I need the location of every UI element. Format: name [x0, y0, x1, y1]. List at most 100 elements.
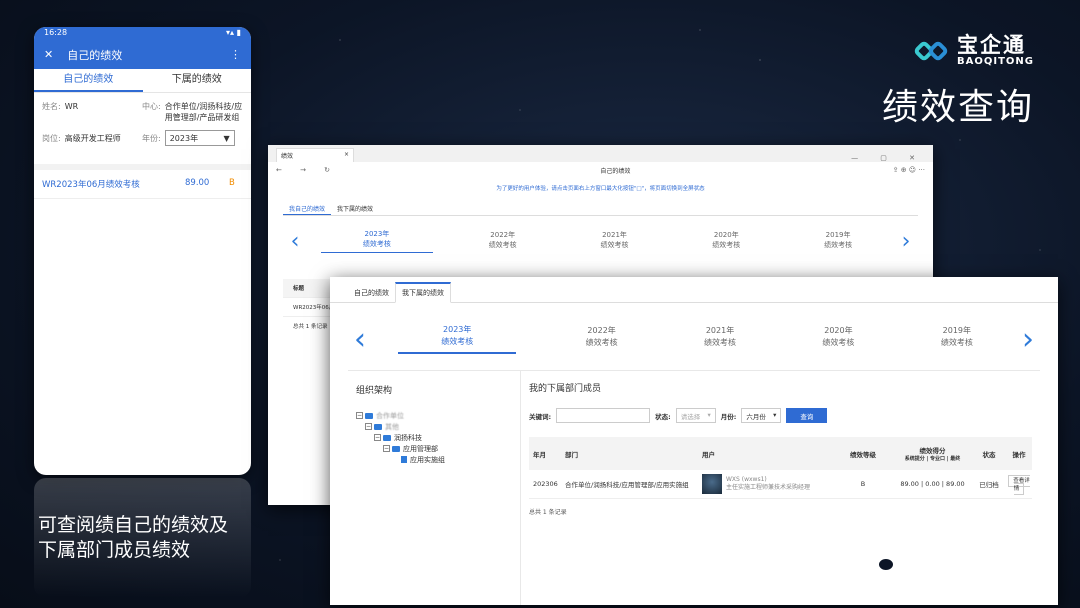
- more-icon[interactable]: ⋮: [230, 48, 241, 61]
- center-label: 中心:: [142, 102, 161, 111]
- chevron-right-icon[interactable]: ›: [894, 229, 918, 254]
- month-label: 月份:: [720, 412, 737, 421]
- year-2019[interactable]: 2019年 绩效考核: [782, 230, 894, 253]
- tab-close-icon[interactable]: ×: [344, 151, 349, 160]
- browser-tab[interactable]: 绩效 ×: [276, 148, 354, 162]
- tree-node-impl-group[interactable]: 应用实施组: [356, 454, 512, 465]
- address-bar: ← → ↻ 自己的绩效 ⇪ ⊕ ☺ ···: [268, 162, 933, 178]
- year-2022[interactable]: 2022年 绩效考核: [542, 325, 660, 353]
- slide-title: 绩效查询: [881, 87, 1034, 128]
- status-label: 状态:: [655, 412, 671, 421]
- search-bar: 关键词: 状态: 请选择 ▾ 月份: 六月份 ▾ 查询: [529, 408, 1032, 423]
- phone-screenshot: 16:28 ▾▴ ▮ ✕ 自己的绩效 ⋮ 自己的绩效 下属的绩效 姓名: WR 中…: [34, 27, 251, 475]
- record-title: WR2023年06月绩效考核: [42, 180, 140, 190]
- tree-node-label: 合作单位: [376, 411, 404, 420]
- tree-node-label: 润扬科技: [394, 433, 422, 442]
- status-time: 16:28: [44, 28, 68, 37]
- page-tabs: 自己的绩效 我下属的绩效: [330, 277, 1058, 303]
- dropdown-arrow-icon: ▾: [707, 411, 711, 419]
- members-table: 年月 部门 用户 绩效等级 绩效得分 系统提分 | 专业口 | 最终 状态 操作 …: [529, 437, 1032, 499]
- performance-record[interactable]: WR2023年06月绩效考核 89.00 B: [34, 164, 251, 199]
- year-2019[interactable]: 2019年 绩效考核: [898, 325, 1016, 353]
- keyword-label: 关键词:: [529, 412, 552, 421]
- record-score: 89.00: [185, 178, 210, 188]
- tree-node-company[interactable]: − 其他: [356, 421, 512, 432]
- collapse-icon[interactable]: −: [383, 445, 390, 452]
- org-tree-title: 组织架构: [356, 386, 393, 396]
- folder-icon: [365, 412, 373, 419]
- file-icon: [401, 456, 407, 463]
- name-value: WR: [64, 102, 79, 111]
- year-2023[interactable]: 2023年 绩效考核: [321, 229, 433, 253]
- chevron-left-icon[interactable]: ‹: [283, 229, 307, 254]
- month-select[interactable]: 六月份 ▾: [741, 408, 782, 423]
- app-bar-title: 自己的绩效: [67, 48, 123, 62]
- tree-node-runyang[interactable]: − 润扬科技: [356, 432, 512, 443]
- year-2020[interactable]: 2020年 绩效考核: [670, 230, 782, 253]
- tab-own[interactable]: 自己的绩效: [348, 284, 395, 302]
- tree-node-app-mgmt[interactable]: − 应用管理部: [356, 443, 512, 454]
- year-carousel: ‹ 2023年 绩效考核 2022年 绩效考核 2021年 绩效考核 2020年 绩效考…: [348, 311, 1040, 367]
- year-carousel: ‹ 2023年 绩效考核 2022年 绩效考核 2021年 绩效考核 2020年 绩效考…: [283, 221, 918, 261]
- dropdown-arrow-icon: ▾: [773, 411, 777, 419]
- tab-subordinate-performance[interactable]: 下属的绩效: [143, 69, 252, 92]
- nav-buttons[interactable]: ← → ↻: [276, 166, 338, 174]
- record-grade: B: [229, 178, 235, 188]
- center-value: 合作单位/润扬科技/应用管理部/产品研发组: [164, 102, 243, 122]
- fullscreen-notice: 为了更好的用户体验，请点击页面右上方窗口最大化按钮"□"，将页面切换到全屏状态: [496, 186, 705, 192]
- query-button[interactable]: 查询: [786, 408, 828, 423]
- sub-tabs: 我自己的绩效 我下属的绩效: [283, 202, 918, 216]
- watermark-text: 润扬信息科技: [906, 551, 1044, 577]
- chevron-left-icon[interactable]: ‹: [348, 322, 372, 357]
- brand-name-cn: 宝企通: [957, 33, 1027, 57]
- tab-subordinates[interactable]: 我下属的绩效: [331, 202, 379, 215]
- caption-line-2: 下属部门成员绩效: [38, 539, 191, 561]
- browser-tab-strip: 绩效 × — ▢ ✕: [268, 145, 933, 162]
- collapse-icon[interactable]: −: [356, 412, 363, 419]
- tab-subordinate-members[interactable]: 我下属的绩效: [395, 282, 451, 303]
- app-bar: ✕ 自己的绩效 ⋮: [34, 40, 251, 69]
- table-row[interactable]: 202306 合作单位/润扬科技/应用管理部/应用实施组 WXS (wxws1)…: [529, 470, 1032, 499]
- brand-name-en: BAOQITONG: [957, 56, 1034, 67]
- tab-my-performance[interactable]: 我自己的绩效: [283, 202, 332, 215]
- brand-mark-icon: [912, 34, 950, 68]
- profile-info: 姓名: WR 中心: 合作单位/润扬科技/应用管理部/产品研发组 岗位: 高级开发工程…: [34, 93, 251, 164]
- tab-own-performance[interactable]: 自己的绩效: [34, 69, 143, 92]
- year-2022[interactable]: 2022年 绩效考核: [447, 230, 559, 253]
- table-header: 年月 部门 用户 绩效等级 绩效得分 系统提分 | 专业口 | 最终 状态 操作: [529, 437, 1032, 470]
- folder-icon: [374, 423, 382, 430]
- brand-logo: 宝企通 BAOQITONG: [912, 33, 1034, 68]
- close-icon[interactable]: ✕: [44, 48, 53, 61]
- name-label: 姓名:: [42, 102, 61, 111]
- year-2021[interactable]: 2021年 绩效考核: [559, 230, 671, 253]
- members-title: 我的下属部门成员: [529, 384, 602, 394]
- tree-node-root[interactable]: − 合作单位: [356, 410, 512, 421]
- folder-icon: [383, 434, 391, 441]
- year-select[interactable]: 2023年 ▼: [164, 130, 235, 146]
- collapse-icon[interactable]: −: [374, 434, 381, 441]
- status-icons: ▾▴ ▮: [226, 28, 241, 37]
- tree-node-label: 应用管理部: [403, 444, 438, 453]
- page-url-title[interactable]: 自己的绩效: [338, 166, 893, 175]
- year-2020[interactable]: 2020年 绩效考核: [779, 325, 897, 353]
- total-count: 总共 1 条记录: [529, 509, 567, 516]
- year-label: 年份:: [142, 134, 161, 143]
- window-controls[interactable]: — ▢ ✕: [851, 154, 925, 162]
- year-2023[interactable]: 2023年 绩效考核: [398, 324, 517, 354]
- browser-tab-title: 绩效: [281, 153, 294, 160]
- folder-icon: [392, 445, 400, 452]
- collapse-icon[interactable]: −: [365, 423, 372, 430]
- dropdown-arrow-icon: ▼: [223, 133, 230, 143]
- toolbar-icons[interactable]: ⇪ ⊕ ☺ ···: [893, 166, 925, 174]
- post-label: 岗位:: [42, 134, 61, 143]
- wechat-watermark: 润扬信息科技: [862, 544, 1044, 578]
- keyword-input[interactable]: [556, 408, 651, 423]
- caption: 可查阅绩自己的绩效及 下属部门成员绩效: [38, 513, 228, 563]
- year-2021[interactable]: 2021年 绩效考核: [661, 325, 779, 353]
- phone-tabs: 自己的绩效 下属的绩效: [34, 69, 251, 93]
- status-select[interactable]: 请选择 ▾: [675, 408, 716, 423]
- view-details-button[interactable]: 查看详情: [1008, 475, 1030, 495]
- chevron-right-icon[interactable]: ›: [1016, 322, 1040, 357]
- status-bar: 16:28 ▾▴ ▮: [34, 27, 251, 40]
- tree-node-label: 应用实施组: [410, 455, 445, 464]
